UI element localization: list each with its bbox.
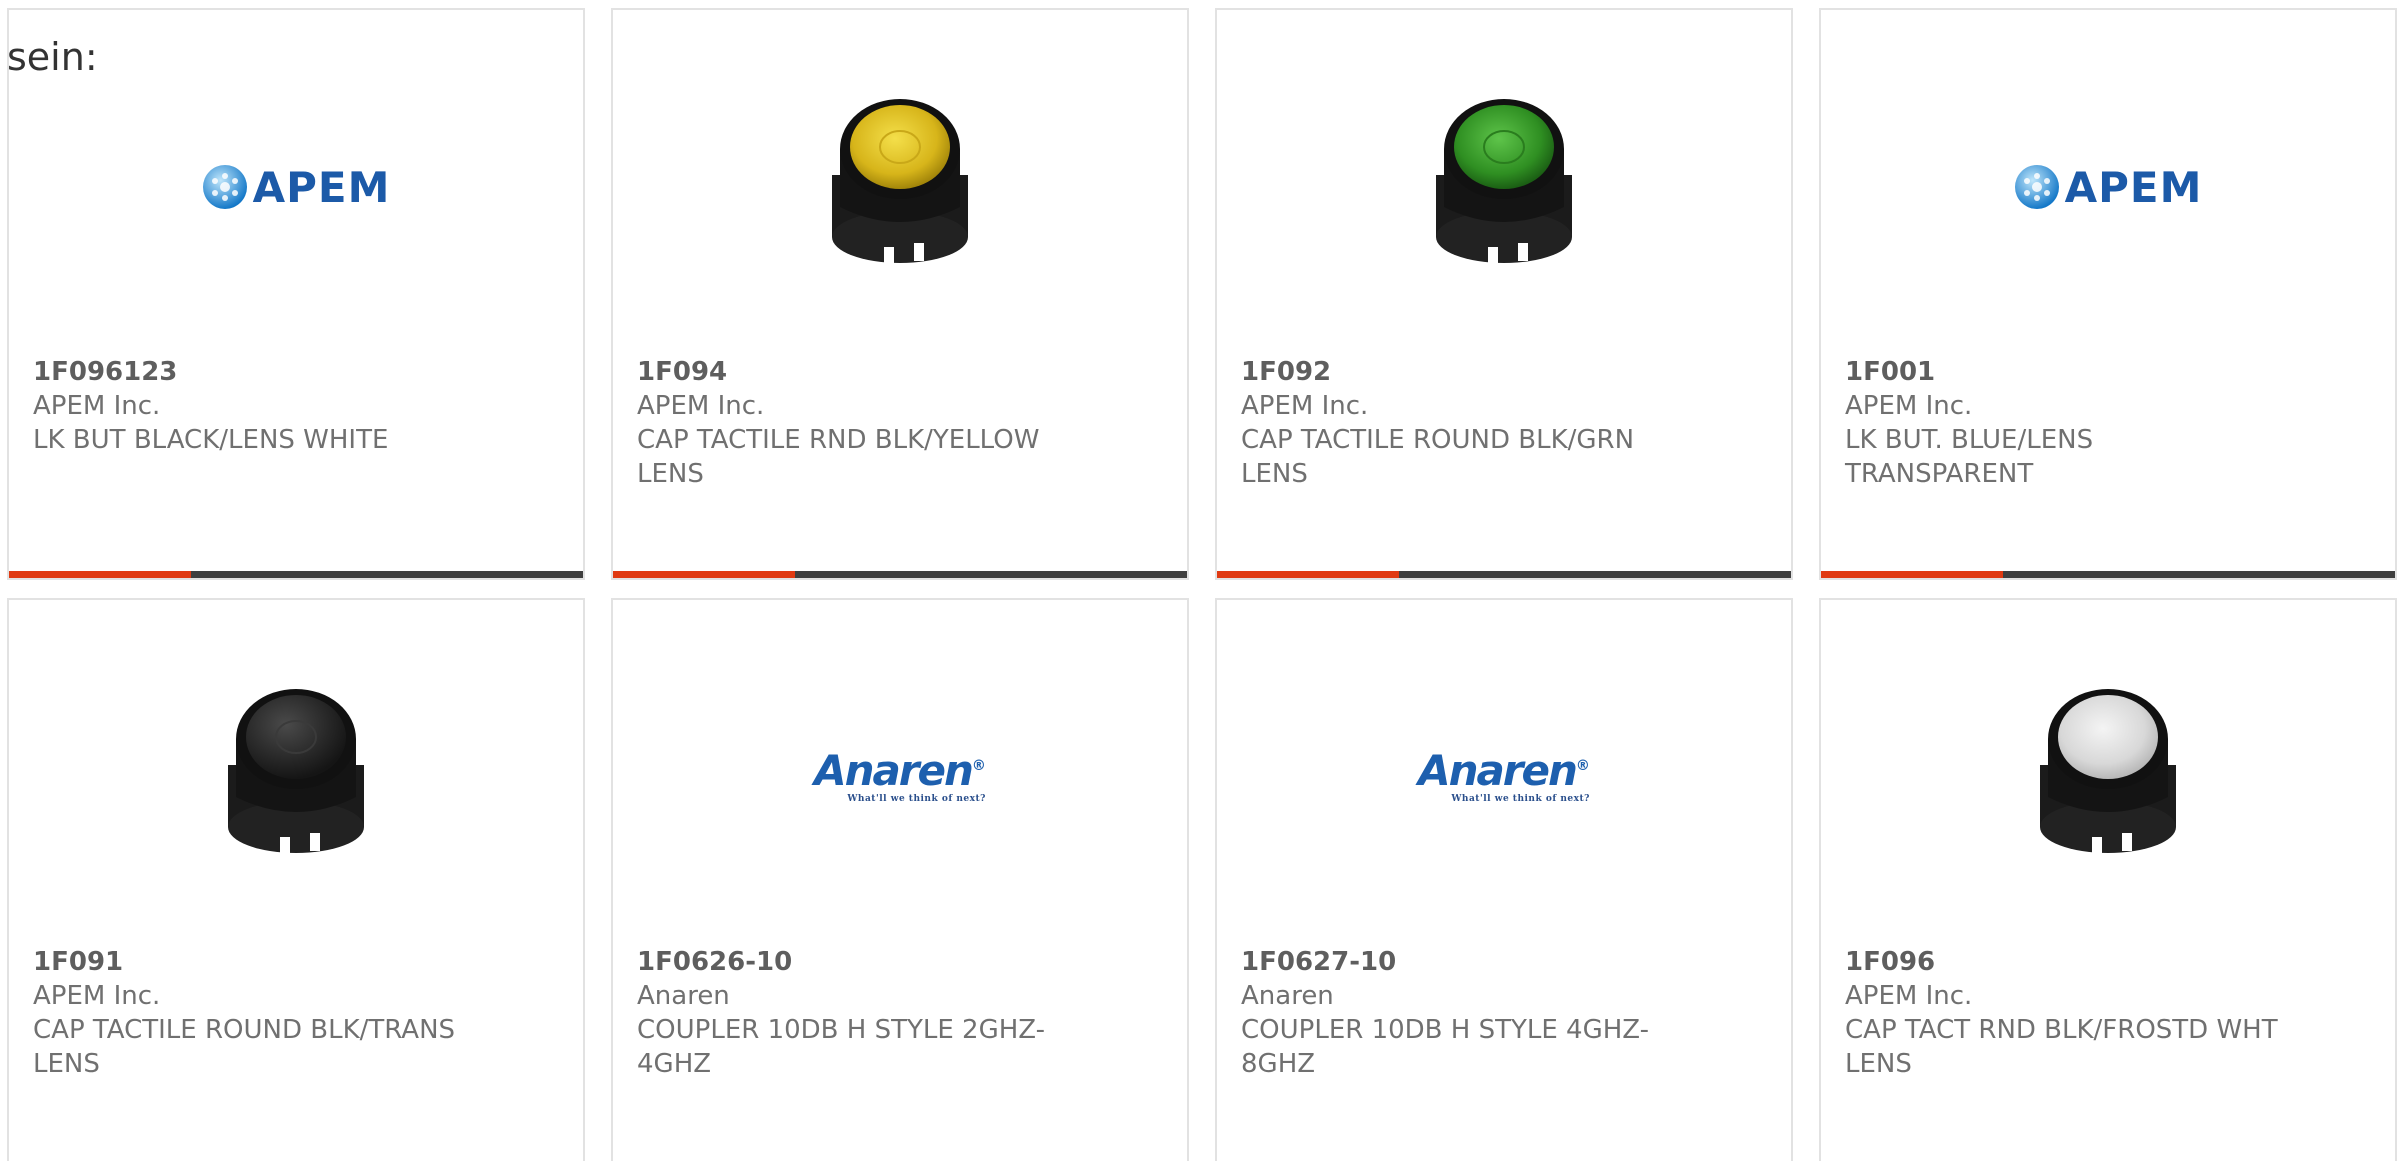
product-description: LK BUT BLACK/LENS WHITE: [33, 425, 389, 455]
apem-logo: APEM: [202, 163, 391, 212]
anaren-tagline: What'll we think of next?: [847, 794, 986, 804]
product-image[interactable]: [9, 662, 583, 892]
anaren-logo-text: Anaren®: [1418, 750, 1590, 792]
product-info: 1F001 APEM Inc. LK BUT. BLUE/LENS TRANSP…: [1845, 355, 2285, 491]
anaren-logo-text: Anaren®: [814, 750, 986, 792]
product-info: 1F0627-10 Anaren COUPLER 10DB H STYLE 4G…: [1241, 945, 1681, 1081]
cap-yellow-lens-image: [832, 99, 968, 265]
registered-mark: ®: [971, 758, 986, 774]
product-card[interactable]: 1F096 APEM Inc. CAP TACT RND BLK/FROSTD …: [1819, 598, 2397, 1161]
product-description: COUPLER 10DB H STYLE 2GHZ-4GHZ: [637, 1015, 1046, 1079]
anaren-logo: Anaren® What'll we think of next?: [814, 750, 986, 805]
product-image[interactable]: APEM: [9, 72, 583, 302]
product-info: 1F091 APEM Inc. CAP TACTILE ROUND BLK/TR…: [33, 945, 473, 1081]
part-number[interactable]: 1F001: [1845, 355, 2285, 389]
product-info: 1F096123 APEM Inc. LK BUT BLACK/LENS WHI…: [33, 355, 473, 457]
product-image[interactable]: APEM: [1821, 72, 2395, 302]
part-number[interactable]: 1F091: [33, 945, 473, 979]
manufacturer: Anaren: [1241, 981, 1334, 1011]
product-card[interactable]: 1F091 APEM Inc. CAP TACTILE ROUND BLK/TR…: [7, 598, 585, 1161]
anaren-logo-name: Anaren: [1418, 746, 1578, 795]
cap-green-lens-image: [1436, 99, 1572, 265]
anaren-tagline: What'll we think of next?: [1451, 794, 1590, 804]
part-number[interactable]: 1F092: [1241, 355, 1681, 389]
product-image[interactable]: [1821, 662, 2395, 892]
card-footer-accent: [1217, 571, 1399, 578]
product-card[interactable]: Anaren® What'll we think of next? 1F0626…: [611, 598, 1189, 1161]
manufacturer: APEM Inc.: [637, 391, 765, 421]
product-grid-page: sein: APEM 1F096123 APEM Inc. LK BUT BLA…: [0, 0, 2400, 1161]
product-card[interactable]: Anaren® What'll we think of next? 1F0627…: [1215, 598, 1793, 1161]
product-card[interactable]: APEM 1F096123 APEM Inc. LK BUT BLACK/LEN…: [7, 8, 585, 580]
product-image[interactable]: [1217, 72, 1791, 302]
product-image[interactable]: Anaren® What'll we think of next?: [613, 662, 1187, 892]
cap-white-lens-image: [2040, 689, 2176, 855]
product-card[interactable]: 1F094 APEM Inc. CAP TACTILE RND BLK/YELL…: [611, 8, 1189, 580]
registered-mark: ®: [1575, 758, 1590, 774]
anaren-logo-name: Anaren: [814, 746, 974, 795]
manufacturer: APEM Inc.: [33, 981, 161, 1011]
product-info: 1F092 APEM Inc. CAP TACTILE ROUND BLK/GR…: [1241, 355, 1681, 491]
part-number[interactable]: 1F096123: [33, 355, 473, 389]
card-footer-accent: [9, 571, 191, 578]
product-description: CAP TACTILE ROUND BLK/TRANS LENS: [33, 1015, 456, 1079]
manufacturer: APEM Inc.: [1241, 391, 1369, 421]
product-image[interactable]: Anaren® What'll we think of next?: [1217, 662, 1791, 892]
apem-logo-text: APEM: [2064, 162, 2203, 212]
apem-globe-icon: [202, 165, 247, 209]
part-number[interactable]: 1F0627-10: [1241, 945, 1681, 979]
cap-transparent-lens-image: [228, 689, 364, 855]
manufacturer: APEM Inc.: [1845, 391, 1973, 421]
card-footer-accent: [613, 571, 795, 578]
part-number[interactable]: 1F096: [1845, 945, 2285, 979]
product-info: 1F096 APEM Inc. CAP TACT RND BLK/FROSTD …: [1845, 945, 2285, 1081]
product-image[interactable]: [613, 72, 1187, 302]
part-number[interactable]: 1F0626-10: [637, 945, 1077, 979]
product-info: 1F094 APEM Inc. CAP TACTILE RND BLK/YELL…: [637, 355, 1077, 491]
card-footer-bar: [9, 571, 583, 578]
card-footer-bar: [613, 571, 1187, 578]
apem-logo-text: APEM: [252, 162, 391, 212]
product-card[interactable]: 1F092 APEM Inc. CAP TACTILE ROUND BLK/GR…: [1215, 8, 1793, 580]
card-footer-bar: [1217, 571, 1791, 578]
product-info: 1F0626-10 Anaren COUPLER 10DB H STYLE 2G…: [637, 945, 1077, 1081]
manufacturer: APEM Inc.: [33, 391, 161, 421]
product-card[interactable]: APEM 1F001 APEM Inc. LK BUT. BLUE/LENS T…: [1819, 8, 2397, 580]
product-description: LK BUT. BLUE/LENS TRANSPARENT: [1845, 425, 2094, 489]
manufacturer: Anaren: [637, 981, 730, 1011]
product-description: COUPLER 10DB H STYLE 4GHZ-8GHZ: [1241, 1015, 1650, 1079]
card-footer-accent: [1821, 571, 2003, 578]
part-number[interactable]: 1F094: [637, 355, 1077, 389]
intro-text: sein:: [7, 35, 98, 79]
product-description: CAP TACT RND BLK/FROSTD WHT LENS: [1845, 1015, 2278, 1079]
card-footer-bar: [1821, 571, 2395, 578]
product-description: CAP TACTILE RND BLK/YELLOW LENS: [637, 425, 1040, 489]
product-description: CAP TACTILE ROUND BLK/GRN LENS: [1241, 425, 1635, 489]
apem-globe-icon: [2014, 165, 2059, 209]
manufacturer: APEM Inc.: [1845, 981, 1973, 1011]
anaren-logo: Anaren® What'll we think of next?: [1418, 750, 1590, 805]
apem-logo: APEM: [2014, 163, 2203, 212]
